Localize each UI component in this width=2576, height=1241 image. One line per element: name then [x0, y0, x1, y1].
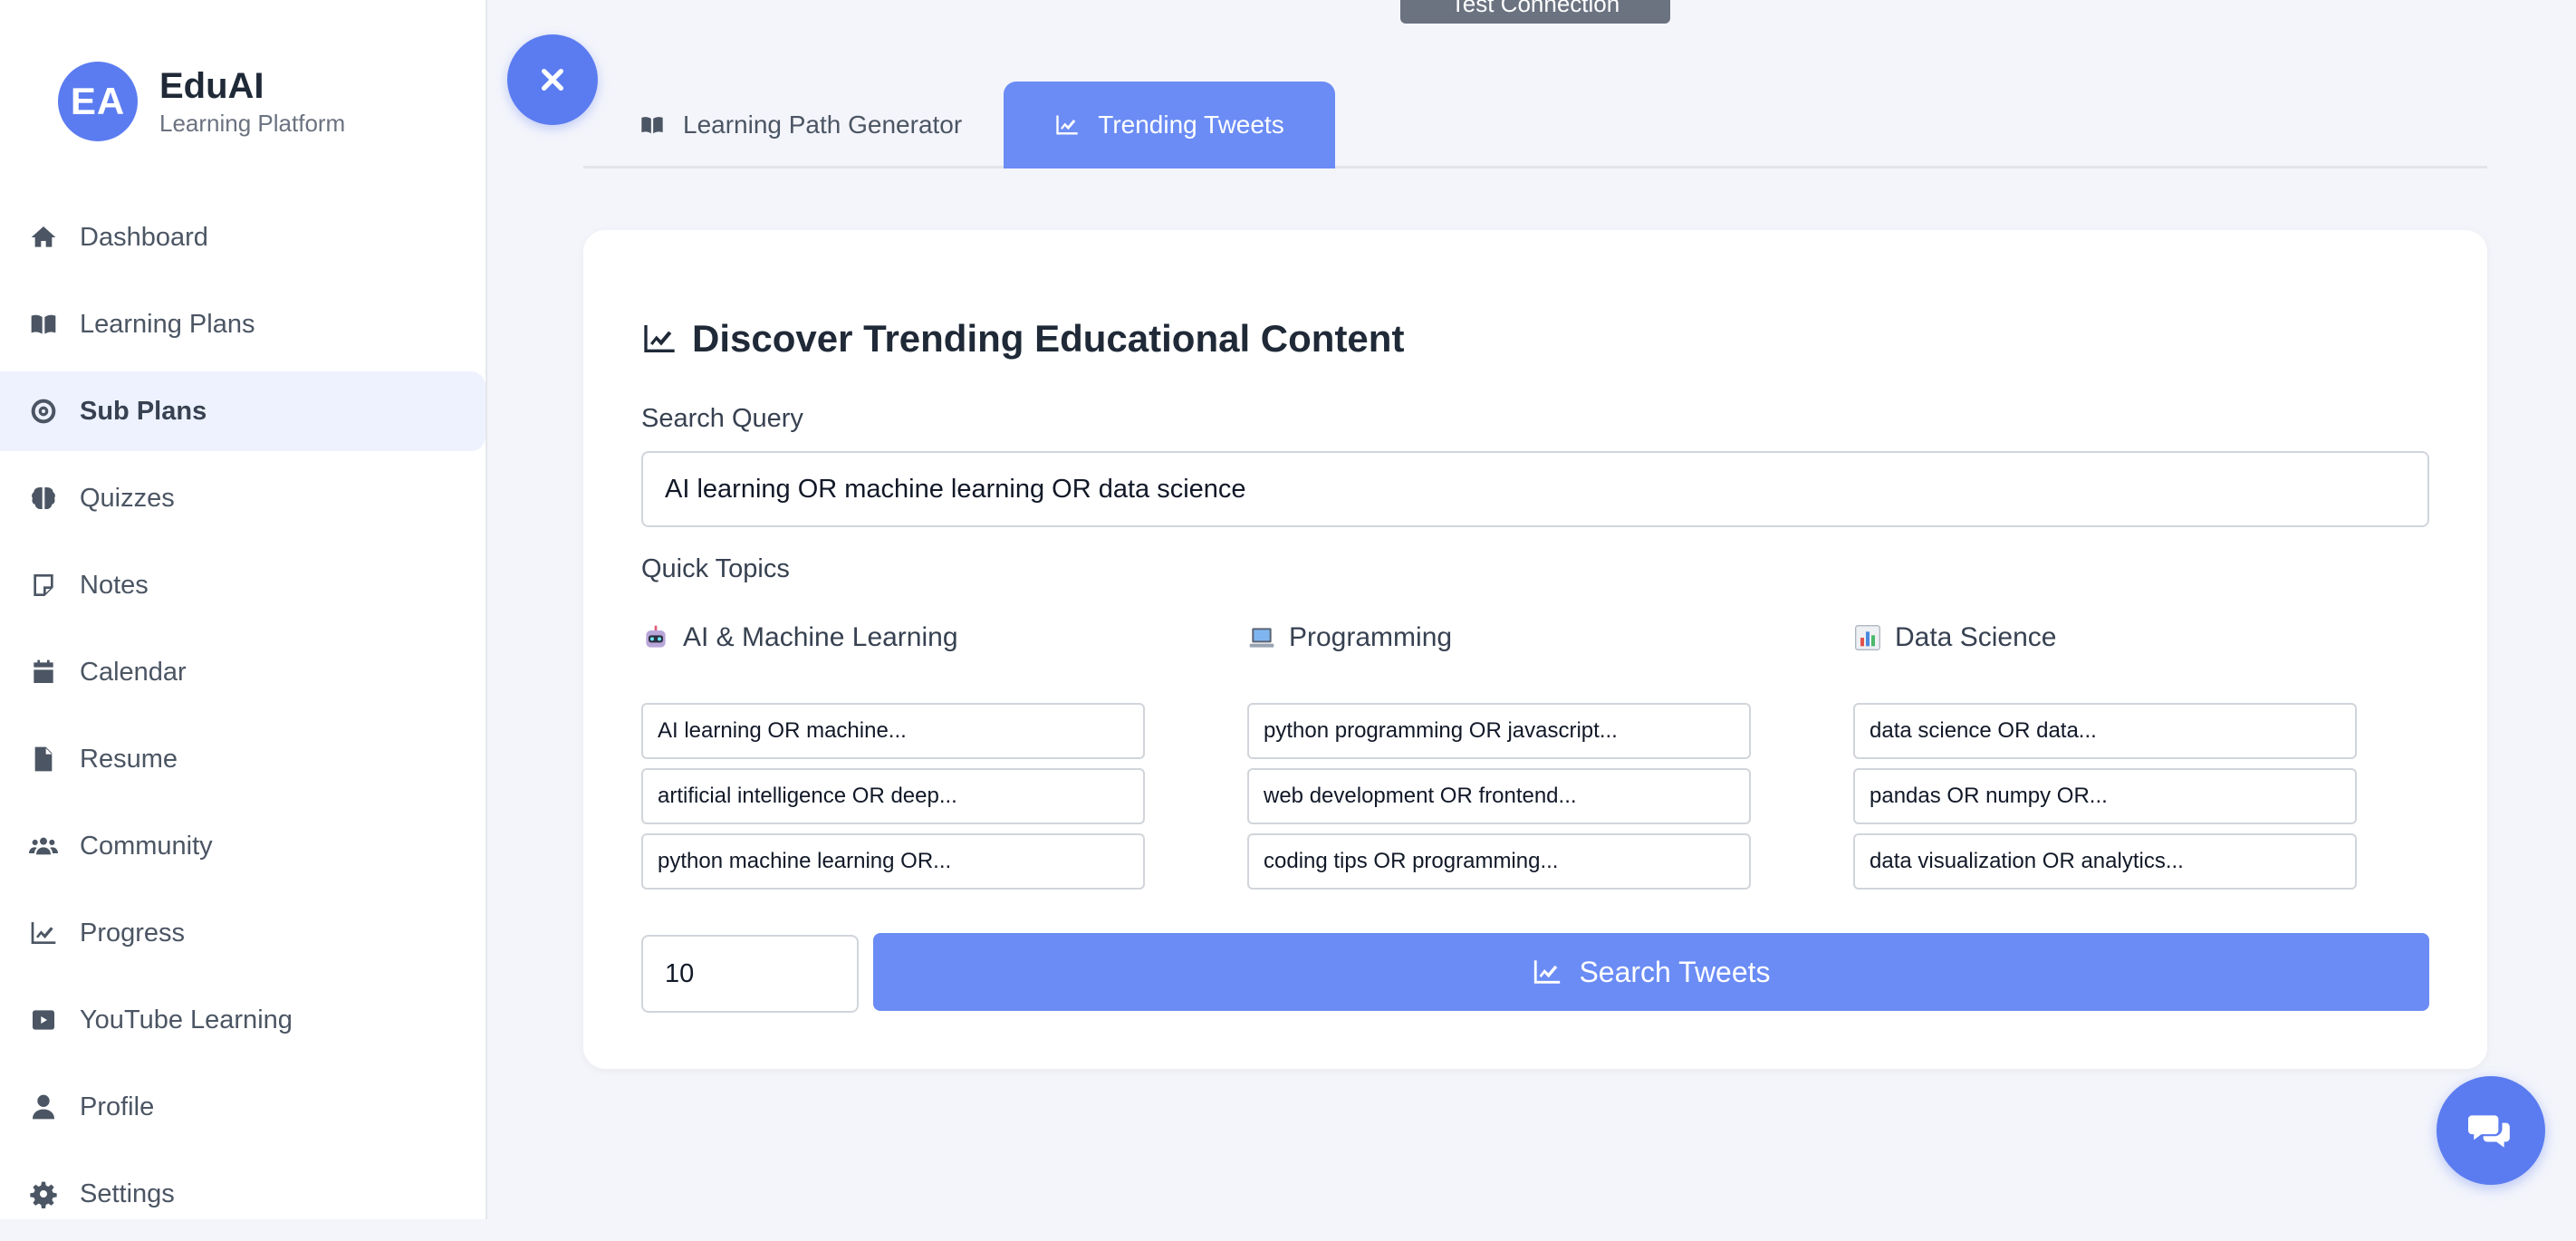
book-open-icon [641, 117, 663, 134]
sidebar-item-notes[interactable]: Notes [0, 545, 485, 625]
topic-chip[interactable]: artificial intelligence OR deep... [641, 768, 1145, 824]
topic-title: Programming [1289, 622, 1453, 652]
users-icon [27, 830, 60, 862]
laptop-icon [1249, 628, 1274, 648]
sidebar-item-label: Calendar [80, 657, 187, 687]
chart-line-icon [1056, 115, 1078, 135]
calendar-icon [27, 656, 60, 688]
topic-heading: Data Science [1853, 620, 2357, 656]
sidebar-item-calendar[interactable]: Calendar [0, 632, 485, 712]
sidebar-nav: Dashboard Learning Plans Sub Plans Quizz… [0, 197, 485, 1241]
sidebar-item-label: Progress [80, 918, 186, 948]
sidebar-item-progress[interactable]: Progress [0, 893, 485, 973]
topic-chip[interactable]: python machine learning OR... [641, 833, 1145, 890]
chat-icon [2468, 1115, 2510, 1148]
tab-trending-tweets[interactable]: Trending Tweets [1004, 82, 1335, 168]
target-icon [27, 395, 60, 428]
search-query-label: Search Query [641, 404, 803, 433]
trending-card: Discover Trending Educational Content Se… [583, 230, 2487, 1069]
sticky-note-icon [27, 569, 60, 601]
topic-chip[interactable]: python programming OR javascript... [1247, 703, 1751, 759]
tab-label: Trending Tweets [1098, 111, 1284, 139]
topic-title: AI & Machine Learning [683, 622, 958, 652]
sidebar-item-label: Community [80, 831, 213, 861]
topic-heading: Programming [1247, 620, 1751, 656]
tab-label: Learning Path Generator [683, 111, 963, 139]
user-icon [27, 1091, 60, 1123]
topic-group-programming: Programming python programming OR javasc… [1247, 620, 1751, 890]
test-connection-button[interactable]: Test Connection [1400, 0, 1670, 24]
quick-topics-label: Quick Topics [641, 554, 790, 583]
chart-line-icon [27, 917, 60, 949]
sidebar-item-settings[interactable]: Settings [0, 1154, 485, 1234]
sidebar: EA EduAI Learning Platform Dashboard Lea… [0, 0, 487, 1219]
search-tweets-button[interactable]: Search Tweets [873, 933, 2429, 1011]
close-icon [542, 69, 563, 91]
sidebar-item-learning-plans[interactable]: Learning Plans [0, 284, 485, 364]
chart-line-icon [1534, 960, 1561, 984]
sidebar-item-resume[interactable]: Resume [0, 719, 485, 799]
file-icon [27, 743, 60, 775]
bar-chart-icon [1855, 625, 1880, 650]
sidebar-item-label: Profile [80, 1092, 155, 1121]
tweet-count-input[interactable] [641, 935, 859, 1013]
sidebar-item-label: Dashboard [80, 222, 208, 252]
topic-chip[interactable]: data science OR data... [1853, 703, 2357, 759]
chart-line-icon [644, 325, 675, 352]
brand[interactable]: EA EduAI Learning Platform [58, 62, 345, 141]
youtube-icon [27, 1004, 60, 1036]
sidebar-item-label: Sub Plans [80, 396, 207, 426]
card-title-text: Discover Trending Educational Content [692, 317, 1405, 360]
sidebar-item-label: Quizzes [80, 483, 175, 513]
topic-chip[interactable]: pandas OR numpy OR... [1853, 768, 2357, 824]
sidebar-item-community[interactable]: Community [0, 806, 485, 886]
book-open-icon [27, 308, 60, 341]
topic-chip[interactable]: coding tips OR programming... [1247, 833, 1751, 890]
sidebar-item-label: YouTube Learning [80, 1005, 293, 1034]
topic-title: Data Science [1895, 622, 2057, 652]
chat-button[interactable] [2437, 1076, 2545, 1185]
sidebar-item-quizzes[interactable]: Quizzes [0, 458, 485, 538]
sidebar-item-label: Learning Plans [80, 309, 255, 339]
topic-chip[interactable]: AI learning OR machine... [641, 703, 1145, 759]
brand-avatar: EA [58, 62, 138, 141]
gear-icon [27, 1178, 60, 1210]
topic-group-ai-ml: AI & Machine Learning AI learning OR mac… [641, 620, 1145, 890]
search-tweets-label: Search Tweets [1579, 955, 1771, 988]
topic-heading: AI & Machine Learning [641, 620, 1145, 656]
brand-subtitle: Learning Platform [159, 110, 346, 137]
home-icon [27, 221, 60, 254]
topic-group-data-science: Data Science data science OR data... pan… [1853, 620, 2357, 890]
tab-learning-path-generator[interactable]: Learning Path Generator [639, 82, 962, 168]
brain-icon [27, 482, 60, 515]
topic-chip[interactable]: web development OR frontend... [1247, 768, 1751, 824]
sidebar-item-youtube-learning[interactable]: YouTube Learning [0, 980, 485, 1060]
sidebar-item-dashboard[interactable]: Dashboard [0, 197, 485, 277]
sidebar-item-label: Resume [80, 744, 178, 774]
sidebar-item-label: Settings [80, 1178, 175, 1208]
brand-title: EduAI [159, 66, 264, 106]
card-title: Discover Trending Educational Content [641, 317, 1404, 361]
sidebar-item-profile[interactable]: Profile [0, 1067, 485, 1147]
sidebar-item-label: Notes [80, 570, 149, 600]
topic-chip[interactable]: data visualization OR analytics... [1853, 833, 2357, 890]
robot-icon [646, 625, 666, 648]
sidebar-item-sub-plans[interactable]: Sub Plans [0, 371, 485, 451]
search-query-input[interactable] [641, 451, 2429, 527]
tab-bar: Learning Path Generator Trending Tweets [583, 82, 2487, 168]
